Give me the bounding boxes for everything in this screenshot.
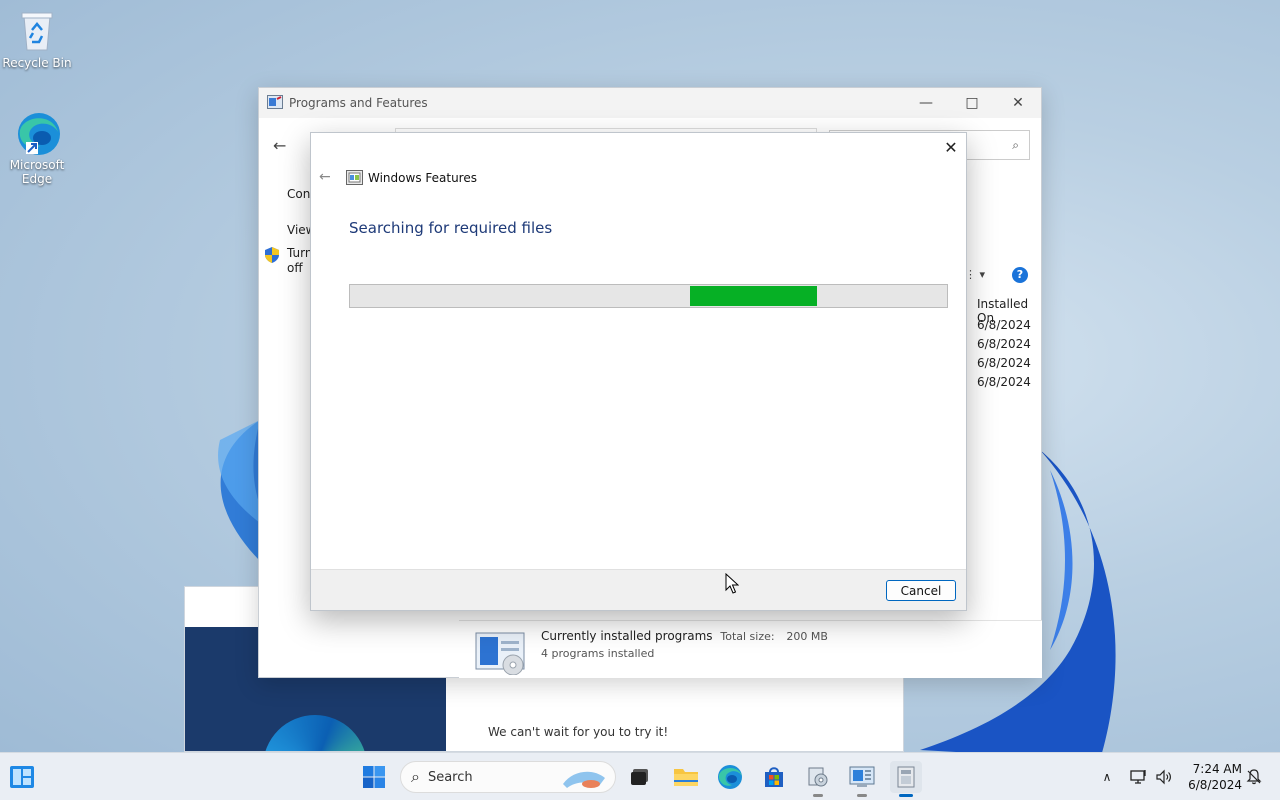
volume-control[interactable] — [1152, 753, 1176, 800]
edge-icon — [718, 765, 742, 789]
progress-marquee-fill — [690, 286, 817, 306]
task-view-icon — [631, 769, 648, 785]
recycle-bin-icon — [14, 8, 60, 54]
control-panel-icon — [267, 94, 283, 112]
close-button[interactable]: ✕ — [995, 88, 1041, 118]
windows-features-dialog: ✕ ← Windows Features Searching for requi… — [310, 132, 967, 611]
status-heading: Searching for required files — [349, 219, 553, 237]
caption-buttons: — □ ✕ — [903, 88, 1041, 118]
taskbar-clock[interactable]: 7:24 AM 6/8/2024 — [1188, 761, 1242, 793]
desktop-icon-recycle-bin[interactable]: Recycle Bin — [0, 8, 74, 70]
search-icon: ⌕ — [411, 767, 420, 786]
show-hidden-icons-button[interactable]: ∧ — [1096, 753, 1118, 800]
search-icon: ⌕ — [1012, 137, 1019, 152]
control-panel-icon — [849, 766, 875, 787]
file-explorer-button[interactable] — [670, 761, 702, 793]
edge-logo-icon — [263, 715, 367, 751]
installed-programs-icon — [475, 632, 525, 675]
running-indicator — [899, 794, 913, 797]
windows-features-button[interactable] — [890, 761, 922, 797]
running-indicator — [813, 794, 823, 797]
close-icon[interactable]: ✕ — [942, 137, 960, 159]
window-title: Programs and Features — [289, 96, 428, 110]
task-view-button[interactable] — [624, 761, 656, 793]
taskbar: ⌕ Search ∧ 7:24 AM 6/8/2024 — [0, 752, 1280, 800]
desktop-icon-label: Recycle Bin — [2, 56, 72, 70]
dialog-title: Windows Features — [368, 171, 477, 185]
widgets-icon — [10, 766, 34, 788]
shield-icon — [265, 247, 279, 263]
taskbar-search-label: Search — [427, 769, 473, 785]
store-button[interactable] — [758, 761, 790, 793]
dialog-button-bar: Cancel — [311, 569, 966, 610]
sidebar-link-windows-features-cont[interactable]: off — [287, 261, 303, 275]
speaker-icon — [1156, 769, 1171, 785]
windows-features-icon — [346, 170, 363, 185]
taskbar-search-box[interactable]: ⌕ Search — [400, 761, 616, 793]
file-explorer-icon — [674, 769, 698, 786]
cancel-button[interactable]: Cancel — [886, 580, 956, 601]
desktop-icon-label: Microsoft Edge — [9, 158, 65, 186]
mouse-cursor-icon — [725, 573, 739, 594]
sidebar-link-windows-features[interactable]: Turn — [287, 246, 312, 260]
control-panel-button[interactable] — [846, 761, 878, 797]
store-icon — [765, 767, 783, 787]
notification-bell-icon — [1246, 769, 1262, 785]
clock-date: 6/8/2024 — [1188, 778, 1242, 792]
welcome-message: We can't wait for you to try it! — [488, 725, 669, 739]
maximize-button[interactable]: □ — [949, 88, 995, 118]
help-icon[interactable]: ? — [1012, 267, 1028, 283]
features-icon — [897, 766, 915, 788]
progress-bar — [349, 284, 948, 308]
setup-button[interactable] — [802, 761, 834, 797]
edge-button[interactable] — [714, 761, 746, 793]
start-button[interactable] — [358, 761, 390, 793]
network-status[interactable] — [1128, 753, 1150, 800]
installed-programs-summary: Currently installed programs Total size:… — [541, 629, 828, 643]
chevron-up-icon: ∧ — [1102, 770, 1112, 784]
desktop-icon-edge[interactable]: Microsoft Edge — [0, 110, 74, 186]
details-pane: Currently installed programs Total size:… — [459, 620, 1042, 678]
table-row-date: 6/8/2024 — [977, 337, 1031, 351]
table-row-date: 6/8/2024 — [977, 375, 1031, 389]
view-options-dropdown[interactable]: ⋮ ▾ — [965, 268, 985, 281]
setup-icon — [808, 767, 828, 787]
table-row-date: 6/8/2024 — [977, 356, 1031, 370]
notifications-button[interactable] — [1244, 753, 1264, 800]
minimize-button[interactable]: — — [903, 88, 949, 118]
back-arrow-icon[interactable]: ← — [273, 136, 286, 155]
running-indicator — [857, 794, 867, 797]
table-row-date: 6/8/2024 — [977, 318, 1031, 332]
widgets-button[interactable] — [6, 761, 38, 793]
back-arrow-icon[interactable]: ← — [319, 169, 331, 185]
edge-icon — [14, 110, 60, 156]
network-icon — [1130, 770, 1146, 784]
installed-programs-count: 4 programs installed — [541, 647, 655, 660]
start-icon — [363, 766, 385, 788]
clock-time: 7:24 AM — [1192, 762, 1242, 776]
search-highlight-icon — [563, 771, 605, 788]
